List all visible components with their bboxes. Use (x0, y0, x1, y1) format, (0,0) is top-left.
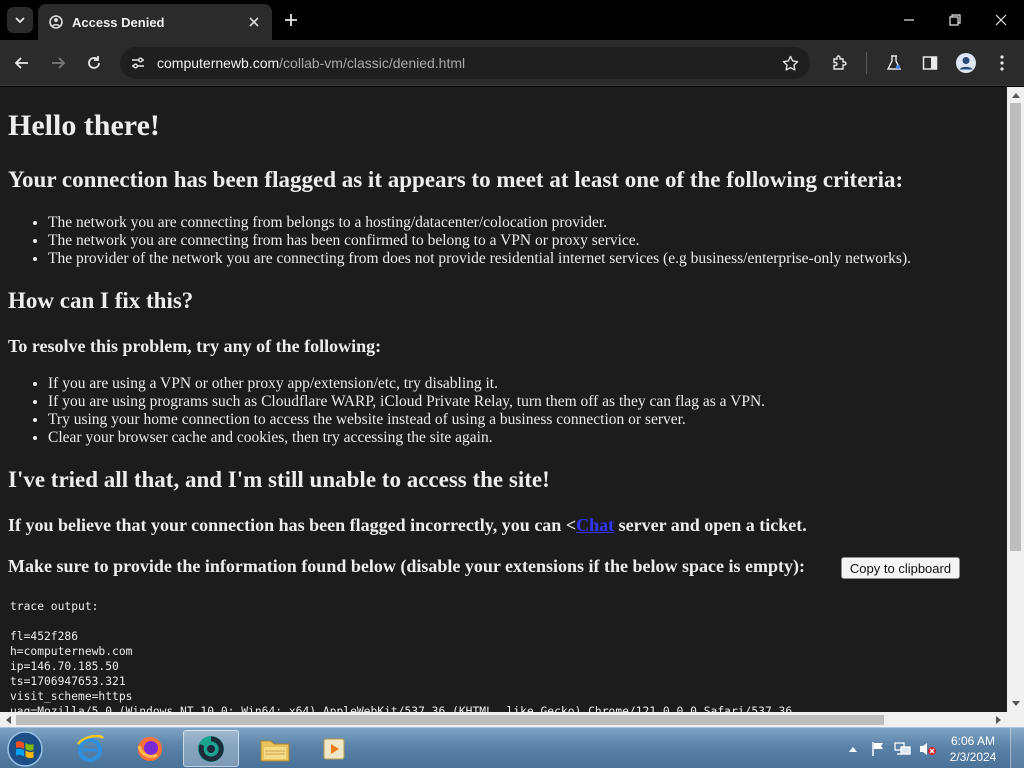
browser-toolbar: computernewb.com/collab-vm/classic/denie… (0, 40, 1024, 86)
labs-button[interactable] (880, 49, 908, 77)
plus-icon (285, 14, 297, 26)
tab-close-button[interactable] (244, 12, 264, 32)
taskbar-clock[interactable]: 6:06 AM 2/3/2024 (940, 733, 1006, 765)
horizontal-scroll-thumb[interactable] (16, 715, 884, 725)
toolbar-separator (866, 52, 867, 74)
scroll-left-icon[interactable] (0, 712, 16, 727)
provide-info-text: Make sure to provide the information fou… (8, 556, 806, 576)
address-bar[interactable]: computernewb.com/collab-vm/classic/denie… (120, 47, 810, 79)
list-item: Clear your browser cache and cookies, th… (48, 429, 765, 447)
list-item: The network you are connecting from belo… (48, 214, 911, 232)
scroll-up-icon[interactable] (1007, 87, 1024, 103)
window-close-button[interactable] (978, 6, 1024, 34)
clock-time: 6:06 AM (950, 734, 996, 748)
list-item: Try using your home connection to access… (48, 411, 765, 429)
show-hidden-icons-button[interactable] (842, 738, 864, 760)
list-item: If you are using a VPN or other proxy ap… (48, 375, 765, 393)
chat-link[interactable]: Chat (576, 515, 614, 535)
reload-icon (88, 56, 100, 69)
still-unable-heading: I've tried all that, and I'm still unabl… (8, 467, 550, 492)
profile-button[interactable] (952, 49, 980, 77)
forward-button[interactable] (44, 49, 72, 77)
volume-muted-icon[interactable] (917, 738, 939, 760)
scroll-down-icon[interactable] (1007, 696, 1024, 712)
network-icon[interactable] (892, 738, 914, 760)
taskbar-file-explorer[interactable] (247, 730, 303, 767)
flagged-heading: Your connection has been flagged as it a… (8, 167, 904, 192)
tab-search-button[interactable] (7, 7, 33, 33)
resolve-heading: To resolve this problem, try any of the … (8, 336, 382, 356)
url-text: computernewb.com/collab-vm/classic/denie… (157, 55, 778, 71)
close-icon (995, 14, 1007, 26)
close-icon (249, 17, 259, 27)
taskbar: 6:06 AM 2/3/2024 (0, 727, 1024, 768)
kebab-menu-icon (1000, 55, 1004, 71)
taskbar-chromium[interactable] (183, 730, 239, 767)
site-settings-icon[interactable] (128, 53, 148, 73)
flagged-incorrectly-text: If you believe that your connection has … (8, 515, 807, 536)
page-viewport: Hello there! Your connection has been fl… (0, 87, 1007, 712)
action-center-flag-icon[interactable] (867, 738, 889, 760)
flagged-incorrectly-prefix: If you believe that your connection has … (8, 515, 577, 535)
side-panel-button[interactable] (916, 49, 944, 77)
windows-orb-icon (7, 731, 43, 767)
minimize-button[interactable] (886, 6, 932, 34)
puzzle-icon (833, 55, 847, 70)
copy-to-clipboard-button[interactable]: Copy to clipboard (841, 557, 960, 579)
flask-icon (886, 55, 902, 70)
vertical-scrollbar[interactable] (1007, 87, 1024, 712)
back-button[interactable] (8, 49, 36, 77)
taskbar-media-player[interactable] (307, 730, 363, 767)
system-tray (842, 728, 942, 768)
firefox-icon (137, 736, 162, 761)
restore-button[interactable] (932, 6, 978, 34)
star-icon (782, 55, 798, 71)
bookmark-star-button[interactable] (778, 51, 802, 75)
taskbar-internet-explorer[interactable] (62, 730, 118, 767)
browser-app-icon (198, 735, 224, 762)
reload-button[interactable] (80, 49, 108, 77)
scroll-right-icon[interactable] (991, 712, 1007, 727)
greeting-heading: Hello there! (8, 109, 160, 142)
scrollbar-corner (1007, 712, 1024, 727)
extensions-button[interactable] (826, 49, 854, 77)
tab-title: Access Denied (72, 14, 165, 30)
url-path: /collab-vm/classic/denied.html (279, 55, 466, 71)
fixes-list: If you are using a VPN or other proxy ap… (48, 375, 765, 447)
favicon-icon (48, 14, 64, 30)
horizontal-scrollbar[interactable] (0, 712, 1007, 727)
vertical-scroll-thumb[interactable] (1010, 103, 1021, 551)
url-host: computernewb.com (157, 55, 280, 71)
side-panel-icon (922, 56, 938, 70)
flagged-incorrectly-suffix: server and open a ticket. (614, 515, 807, 535)
menu-button[interactable] (988, 49, 1016, 77)
list-item: If you are using programs such as Cloudf… (48, 393, 765, 411)
taskbar-firefox[interactable] (122, 730, 178, 767)
trace-output: trace output: fl=452f286 h=computernewb.… (10, 600, 793, 712)
media-player-icon (323, 738, 345, 759)
start-button[interactable] (4, 729, 46, 768)
chevron-up-icon (849, 746, 857, 752)
tab-access-denied[interactable]: Access Denied (38, 4, 272, 40)
list-item: The provider of the network you are conn… (48, 250, 911, 268)
restore-icon (949, 14, 961, 26)
criteria-list: The network you are connecting from belo… (48, 214, 911, 268)
clock-date: 2/3/2024 (949, 750, 997, 764)
folder-icon (260, 740, 290, 761)
list-item: The network you are connecting from has … (48, 232, 911, 250)
chevron-down-icon (15, 17, 25, 24)
arrow-left-icon (14, 57, 28, 69)
avatar-icon (956, 53, 976, 73)
arrow-right-icon (52, 57, 66, 69)
show-desktop-button[interactable] (1010, 728, 1024, 768)
fix-heading: How can I fix this? (8, 288, 194, 313)
minimize-icon (904, 19, 914, 21)
internet-explorer-icon (77, 734, 104, 762)
tab-strip: Access Denied (0, 0, 1024, 40)
new-tab-button[interactable] (281, 10, 301, 30)
